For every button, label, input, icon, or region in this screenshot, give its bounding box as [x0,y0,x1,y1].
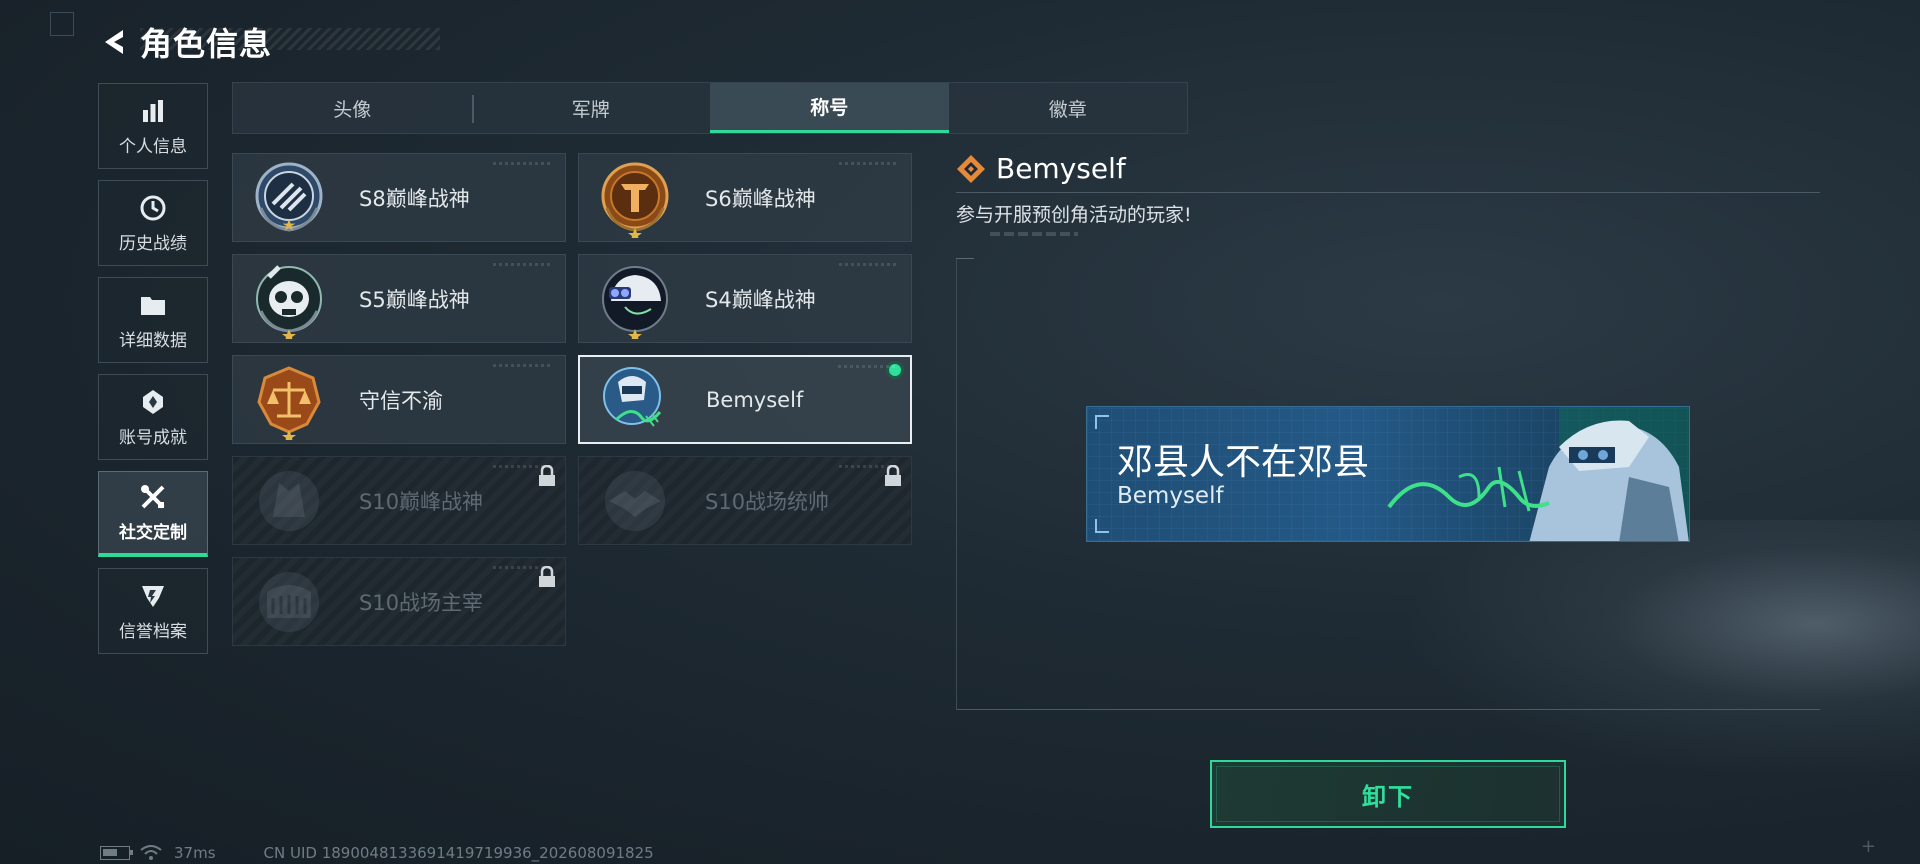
lock-icon [537,464,557,487]
banner-corner [1095,415,1109,429]
title-card-s4[interactable]: S4巅峰战神 [578,254,912,343]
s10-colosseum-emblem-icon [249,562,329,642]
wifi-icon [140,845,162,861]
detail-header: Bemyself [956,152,1126,185]
achievement-badge-icon [138,387,168,417]
tab-badge[interactable]: 徽章 [949,83,1188,133]
title-name: S10战场主宰 [359,590,484,615]
bar-chart-icon [138,96,168,126]
banner-corner [1095,519,1109,533]
back-arrow-icon[interactable] [96,24,132,60]
sidebar: 个人信息 历史战绩 详细数据 账号成就 社交定制 信誉档案 [98,83,208,665]
status-bar: 37ms CN UID 1890048133691419719936_20260… [100,844,654,862]
title-name: S8巅峰战神 [359,186,470,211]
title-card-s6[interactable]: S6巅峰战神 [578,153,912,242]
title-card-integrity[interactable]: 守信不渝 [232,355,566,444]
user-uid: CN UID 1890048133691419719936_2026080918… [263,844,654,862]
unequip-button[interactable]: 卸下 [1210,760,1566,828]
title-name: S10巅峰战神 [359,489,484,514]
title-card-bemyself[interactable]: Bemyself [578,355,912,444]
title-name: S10战场统帅 [705,489,830,514]
sidebar-item-profile[interactable]: 个人信息 [98,83,208,169]
sidebar-item-label: 信誉档案 [119,621,187,642]
ping-value: 37ms [174,844,216,862]
lock-icon [883,464,903,487]
s8-emblem-icon [249,158,329,238]
s6-emblem-icon [595,158,675,241]
sidebar-item-label: 个人信息 [119,136,187,157]
title-name: 守信不渝 [359,388,443,413]
sidebar-item-label: 详细数据 [119,330,187,351]
corner-plus-mark: + [1860,836,1876,857]
title-name: S6巅峰战神 [705,186,816,211]
scales-emblem-icon [249,360,329,443]
title-card-s10-god[interactable]: S10巅峰战神 [232,456,566,545]
banner-player-name: 邓县人不在邓县 [1117,442,1370,483]
tools-icon [138,482,168,512]
sidebar-item-details[interactable]: 详细数据 [98,277,208,363]
bemyself-emblem-icon [596,360,676,440]
title-name: Bemyself [706,387,804,412]
title-name: S5巅峰战神 [359,287,470,312]
battery-icon [100,846,133,860]
tab-dogtag[interactable]: 军牌 [471,83,711,133]
sidebar-item-label: 账号成就 [119,427,187,448]
category-tabs: 头像 军牌 称号 徽章 [232,82,1188,134]
history-clock-icon [138,193,168,223]
tab-title[interactable]: 称号 [710,83,949,133]
title-card-s8[interactable]: S8巅峰战神 [232,153,566,242]
equipped-indicator [886,361,904,379]
s5-skull-emblem-icon [249,259,329,342]
divider [956,192,1820,193]
corner-marker [50,12,74,36]
banner-soldier-art [1387,407,1689,541]
description-decoration [990,232,1078,236]
lock-icon [537,565,557,588]
s10-commander-emblem-icon [595,461,675,541]
sidebar-item-label: 社交定制 [119,523,187,543]
sidebar-item-history[interactable]: 历史战绩 [98,180,208,266]
sidebar-item-credit[interactable]: 信誉档案 [98,568,208,654]
credit-shield-icon [138,581,168,611]
unequip-label: 卸下 [1362,782,1414,811]
banner-title-text: Bemyself [1117,483,1224,509]
title-name: S4巅峰战神 [705,287,816,312]
sidebar-item-social[interactable]: 社交定制 [98,471,208,557]
s10-emblem-icon [249,461,329,541]
sidebar-item-achievements[interactable]: 账号成就 [98,374,208,460]
title-card-s10-dominator[interactable]: S10战场主宰 [232,557,566,646]
sidebar-item-label: 历史战绩 [119,233,187,254]
s4-helmet-emblem-icon [595,259,675,342]
folder-icon [138,290,168,320]
detail-description: 参与开服预创角活动的玩家! [956,204,1192,226]
tab-avatar[interactable]: 头像 [233,83,472,133]
detail-title: Bemyself [996,152,1126,185]
diamond-icon [956,154,986,184]
title-card-s5[interactable]: S5巅峰战神 [232,254,566,343]
title-card-s10-commander[interactable]: S10战场统帅 [578,456,912,545]
title-banner-preview: 邓县人不在邓县 Bemyself [1086,406,1690,542]
page-header: 角色信息 [96,16,272,68]
page-title: 角色信息 [140,25,273,63]
